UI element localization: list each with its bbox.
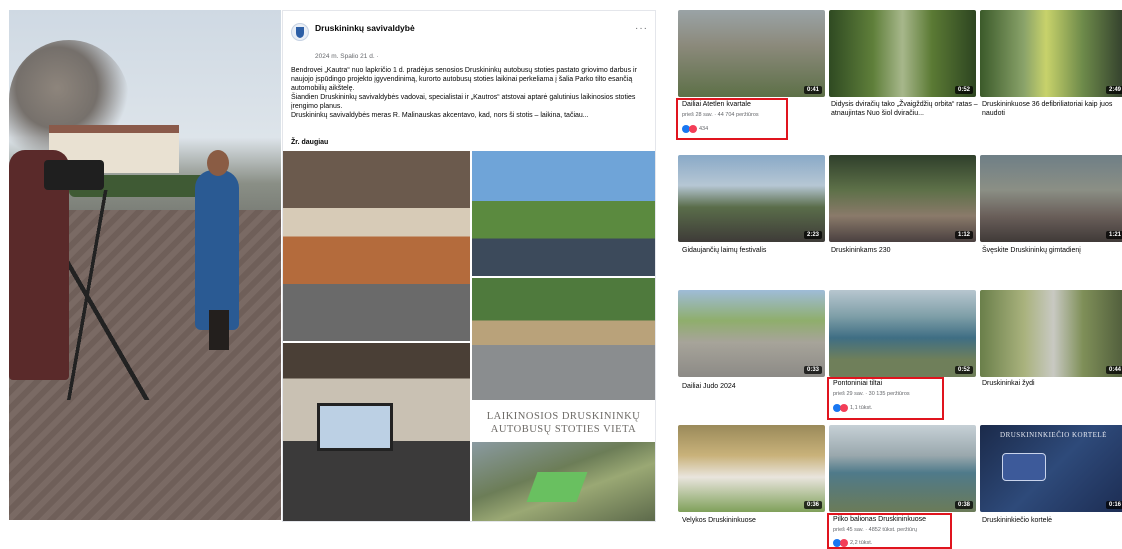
page-avatar[interactable] <box>291 23 309 41</box>
officials-outdoors-photo[interactable] <box>472 151 655 276</box>
video-thumbnail[interactable]: 0:52 <box>829 290 976 377</box>
post-paragraph: Druskininkų savivaldybės meras R. Malina… <box>291 112 589 119</box>
post-text: Bendrovei „Kautra“ nuo lapkričio 1 d. pr… <box>291 66 647 120</box>
video-thumbnail[interactable]: 1:12 <box>829 155 976 242</box>
video-thumbnail[interactable]: 0:44 <box>980 290 1122 377</box>
woman-head <box>207 150 229 176</box>
see-more-link[interactable]: Žr. daugiau <box>291 139 328 146</box>
video-duration: 0:52 <box>954 366 973 374</box>
video-duration: 0:33 <box>803 366 822 374</box>
video-title[interactable]: Druskininkiečio kortelė <box>982 517 1122 526</box>
videos-grid: 0:41 Dailiai Atetlen kvartale prieš 28 s… <box>672 0 1122 549</box>
video-duration: 0:38 <box>954 501 973 509</box>
video-title[interactable]: Druskininkuose 36 defibriliatoriai kaip … <box>982 101 1122 118</box>
video-duration: 0:41 <box>803 86 822 94</box>
interview-photo <box>9 10 281 520</box>
highlight-box <box>827 377 944 420</box>
video-thumbnail[interactable]: 2:23 <box>678 155 825 242</box>
video-title[interactable]: Gidaujančių laimų festivalis <box>682 247 829 256</box>
parking-lot-photo[interactable] <box>472 278 655 400</box>
video-title[interactable]: Dailiai Judo 2024 <box>682 383 829 392</box>
video-title[interactable]: Velykos Druskininkuose <box>682 517 829 526</box>
video-title[interactable]: Švęskite Druskininkų gimtadienį <box>982 247 1122 256</box>
presentation-screen <box>317 403 393 451</box>
video-duration: 0:52 <box>954 86 973 94</box>
video-duration: 0:44 <box>1105 366 1122 374</box>
card-image <box>1002 453 1046 481</box>
video-thumbnail[interactable]: 2:49 <box>980 10 1122 97</box>
more-options-icon[interactable]: ··· <box>635 23 648 34</box>
video-thumbnail[interactable]: 0:52 <box>829 10 976 97</box>
video-thumbnail[interactable]: DRUSKININKIEČIO KORTELĖ 0:16 <box>980 425 1122 512</box>
woman-blue-coat <box>195 170 239 330</box>
post-paragraph: Šiandien Druskininkų savivaldybės vadova… <box>291 94 636 110</box>
facebook-post: Druskininkų savivaldybė 2024 m. Spalio 2… <box>282 10 656 522</box>
video-title[interactable]: Druskininkai žydi <box>982 380 1122 389</box>
video-thumbnail[interactable]: 0:41 <box>678 10 825 97</box>
video-thumbnail[interactable]: 0:33 <box>678 290 825 377</box>
coat-of-arms-icon <box>296 27 304 38</box>
video-duration: 1:21 <box>1105 231 1122 239</box>
video-thumbnail[interactable]: 0:38 <box>829 425 976 512</box>
video-camera <box>44 160 104 190</box>
video-thumbnail[interactable]: 1:21 <box>980 155 1122 242</box>
video-thumbnail[interactable]: 0:36 <box>678 425 825 512</box>
video-duration: 2:23 <box>803 231 822 239</box>
video-title[interactable]: Druskininkams 230 <box>831 247 978 256</box>
video-duration: 1:12 <box>954 231 973 239</box>
video-duration: 2:49 <box>1105 86 1122 94</box>
highlight-box <box>827 513 952 549</box>
video-duration: 0:16 <box>1105 501 1122 509</box>
highlight-box <box>676 98 788 140</box>
banner-text: LAIKINOSIOS DRUSKININKŲ AUTOBUSŲ STOTIES… <box>486 411 641 435</box>
meeting-room-photo[interactable] <box>283 151 470 341</box>
post-paragraph: Bendrovei „Kautra“ nuo lapkričio 1 d. pr… <box>291 67 637 92</box>
post-date[interactable]: 2024 m. Spalio 21 d. · <box>315 53 379 60</box>
bus-station-banner-photo[interactable]: LAIKINOSIOS DRUSKININKŲ AUTOBUSŲ STOTIES… <box>472 402 655 521</box>
card-thumb-text: DRUSKININKIEČIO KORTELĖ <box>1000 431 1107 439</box>
woman-legs <box>209 310 229 350</box>
page-name[interactable]: Druskininkų savivaldybė <box>315 23 415 33</box>
presentation-photo[interactable] <box>283 343 470 521</box>
video-duration: 0:36 <box>803 501 822 509</box>
post-photo-grid[interactable]: LAIKINOSIOS DRUSKININKŲ AUTOBUSŲ STOTIES… <box>283 151 655 521</box>
video-title[interactable]: Didysis dviračių tako „Žvaigždžių orbita… <box>831 101 978 118</box>
